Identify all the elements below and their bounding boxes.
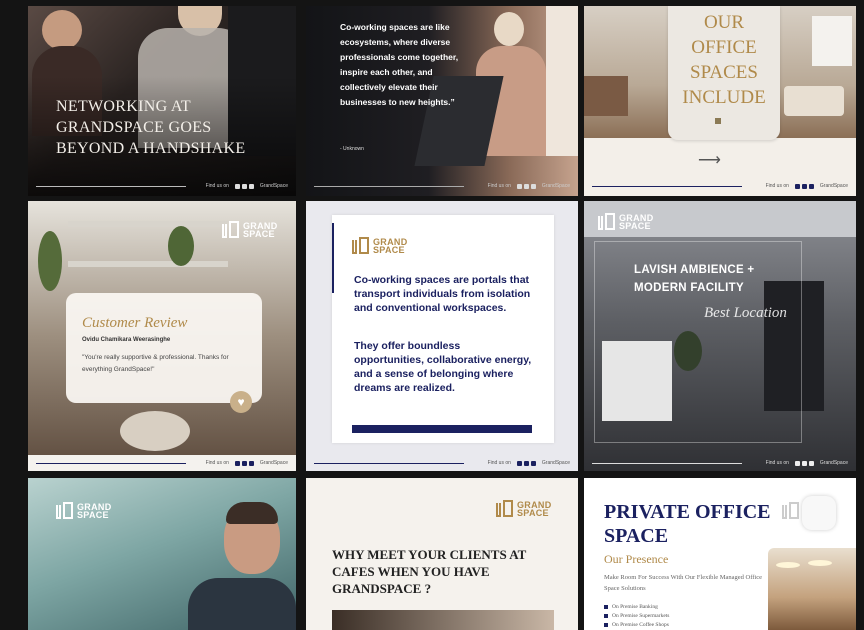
headline: PRIVATE OFFICE SPACE: [604, 501, 771, 547]
grandspace-logo: GRAND SPACE: [54, 502, 112, 520]
post-tile-lavish-ambience[interactable]: GRAND SPACE LAVISH AMBIENCE + MODERN FACI…: [584, 201, 856, 471]
headline: WHY MEET YOUR CLIENTS AT CAFES WHEN YOU …: [332, 547, 527, 596]
reviewer-name: Ovidu Chamikara Weerasinghe: [82, 337, 171, 343]
accent-bar: [332, 223, 334, 293]
post-tile-networking[interactable]: NETWORKING AT GRANDSPACE GOES BEYOND A H…: [28, 6, 296, 196]
post-tile-customer-review[interactable]: GRAND SPACE Customer Review Ovidu Chamika…: [28, 201, 296, 471]
paragraph-1: Co-working spaces are portals that trans…: [354, 274, 531, 314]
logo-mark: [220, 221, 240, 239]
logo-mark: [350, 237, 370, 255]
grandspace-logo: GRAND SPACE: [596, 213, 654, 231]
post-tile-office-spaces[interactable]: OUR OFFICE SPACES INCLUDE ⟶ Find us on G…: [584, 6, 856, 196]
review-card: [66, 293, 262, 403]
tagline: Make Room For Success With Our Flexible …: [604, 574, 762, 592]
feature-item: On Premise Banking: [604, 602, 744, 611]
office-photo: [768, 548, 856, 630]
post-tile-businessman[interactable]: GRAND SPACE: [28, 478, 296, 630]
review-text: "You're really supportive & professional…: [82, 354, 229, 373]
grandspace-logo: GRAND SPACE: [350, 237, 408, 255]
post-footer: Find us on GrandSpace: [306, 455, 578, 471]
post-tile-quote[interactable]: Co-working spaces are like ecosystems, w…: [306, 6, 578, 196]
feature-icon: [604, 622, 608, 627]
feature-icon: [604, 604, 608, 609]
post-tile-private-office[interactable]: PRIVATE OFFICE SPACE Our Presence Make R…: [584, 478, 856, 630]
grandspace-logo: GRAND SPACE: [220, 221, 278, 239]
logo-mark: [494, 500, 514, 518]
quote-author: - Unknown: [340, 146, 364, 152]
cafe-photo: [332, 610, 554, 630]
post-footer: Find us on GrandSpace: [28, 176, 296, 196]
feature-item: On Premise Coffee Shops: [604, 620, 744, 629]
arrow-icon: ⟶: [698, 152, 721, 169]
post-footer: Find us on GrandSpace: [584, 455, 856, 471]
subtitle: Our Presence: [604, 552, 669, 566]
feature-item: On Premise Supermarkets: [604, 611, 744, 620]
feature-list: On Premise Banking On Premise Supermarke…: [604, 602, 744, 629]
grandspace-logo: [780, 502, 800, 520]
logo-mark: [596, 213, 616, 231]
headline: NETWORKING AT GRANDSPACE GOES BEYOND A H…: [56, 98, 246, 157]
social-icons: [516, 460, 536, 466]
heart-icon: ♥: [230, 391, 252, 413]
review-title: Customer Review: [82, 315, 188, 331]
social-icons: [794, 183, 814, 189]
social-icons: [794, 460, 814, 466]
man-photo: [28, 478, 296, 630]
social-icons: [516, 183, 536, 189]
paragraph-2: They offer boundless opportunities, coll…: [354, 340, 532, 394]
bullet-square: [715, 118, 721, 124]
grandspace-logo: GRAND SPACE: [494, 500, 552, 518]
frame-outline: [594, 241, 802, 443]
social-icons: [234, 460, 254, 466]
post-tile-meet-clients[interactable]: GRAND SPACE WHY MEET YOUR CLIENTS AT CAFE…: [306, 478, 578, 630]
quote-text: Co-working spaces are like ecosystems, w…: [340, 22, 459, 107]
post-footer: Find us on GrandSpace: [584, 176, 856, 196]
headline: OUR OFFICE SPACES INCLUDE: [682, 12, 766, 108]
logo-mark: [780, 502, 800, 520]
cta-bar: [352, 425, 532, 433]
post-tile-portals[interactable]: GRAND SPACE Co-working spaces are portals…: [306, 201, 578, 471]
post-footer: Find us on GrandSpace: [306, 176, 578, 196]
round-badge: [802, 496, 836, 530]
logo-mark: [54, 502, 74, 520]
post-footer: Find us on GrandSpace: [28, 455, 296, 471]
social-icons: [234, 183, 254, 189]
feature-icon: [604, 613, 608, 618]
